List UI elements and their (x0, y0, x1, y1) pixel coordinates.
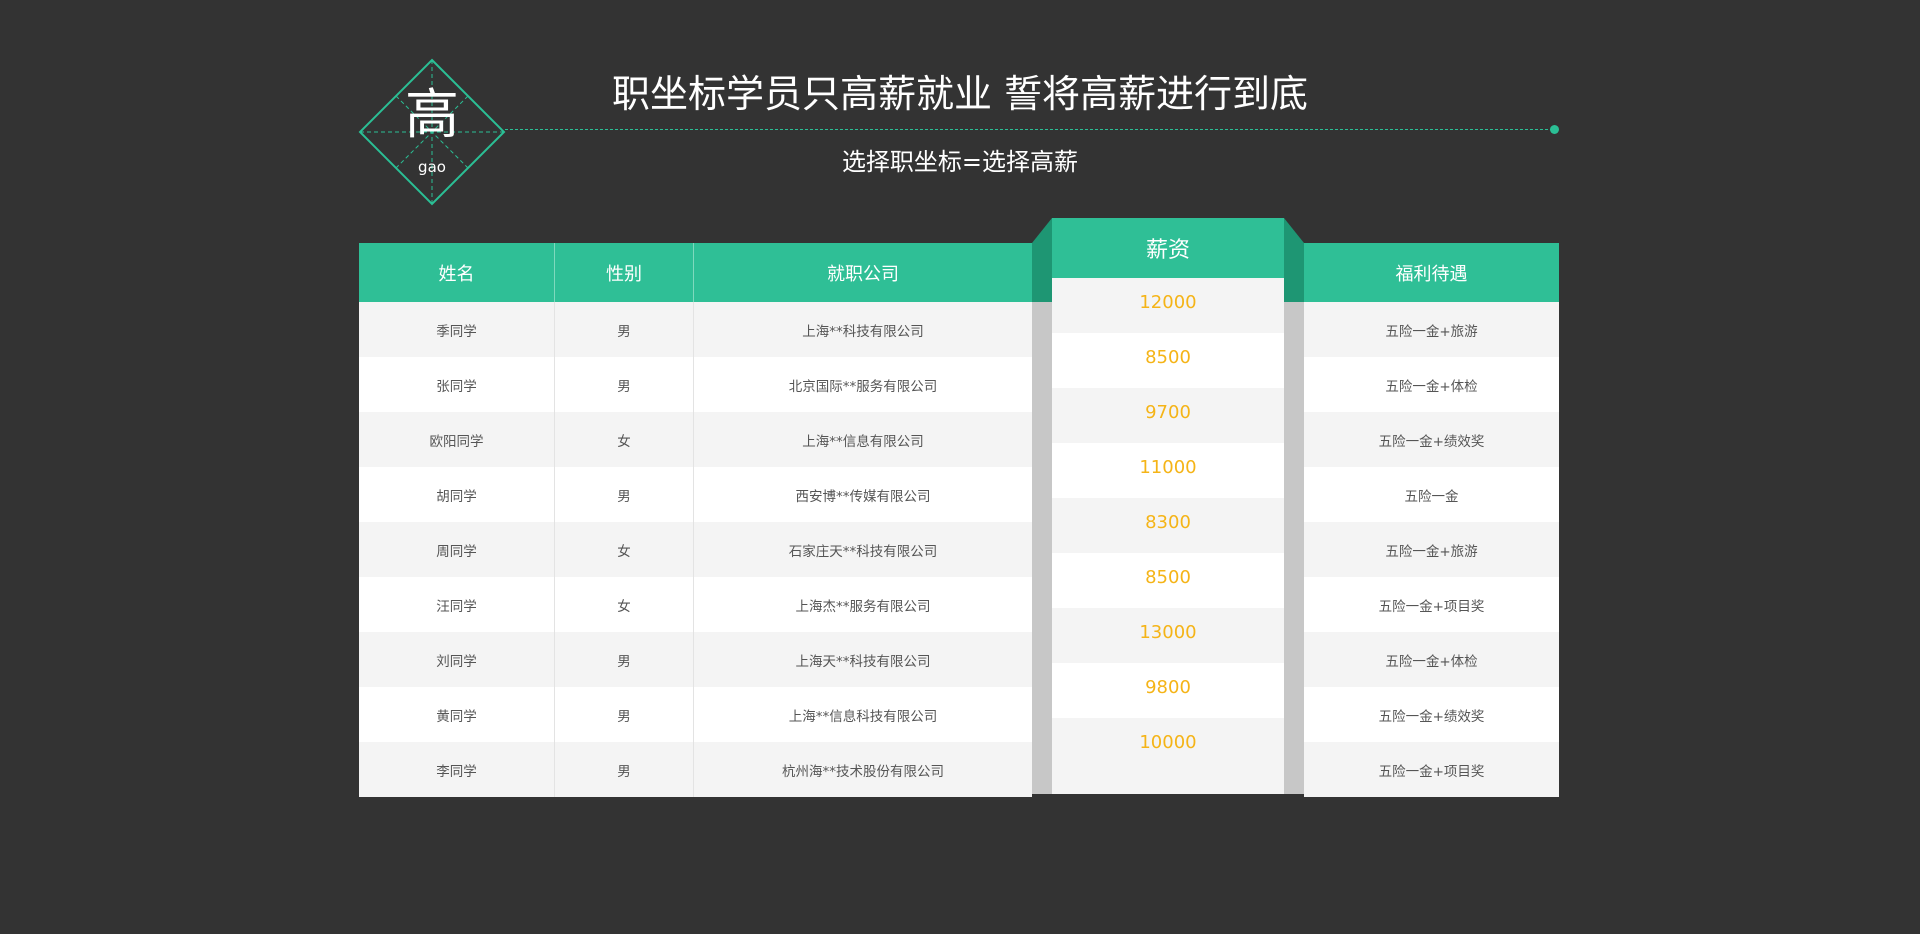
table-cell-benefits: 五险一金+体检 (1304, 357, 1559, 412)
table-cell-company: 上海**信息科技有限公司 (694, 687, 1032, 742)
pillar-header-shade-right (1284, 243, 1304, 302)
logo-pinyin: gao (418, 158, 446, 176)
logo-char: 高 (405, 83, 459, 146)
salary-pillar: 薪资 12000 8500 9700 11000 8300 8500 13000 9800 10… (1032, 218, 1304, 794)
table-cell-benefits: 五险一金+绩效奖 (1304, 687, 1559, 742)
table-cell-benefits: 五险一金+项目奖 (1304, 577, 1559, 632)
column-name-cells: 季同学 张同学 欧阳同学 胡同学 周同学 汪同学 刘同学 黄同学 李同学 (359, 302, 555, 797)
table-cell-salary: 13000 (1052, 608, 1284, 663)
table-cell-company: 北京国际**服务有限公司 (694, 357, 1032, 412)
table-cell-salary: 8300 (1052, 498, 1284, 553)
pillar-fold-right (1284, 218, 1304, 243)
column-company-cells: 上海**科技有限公司 北京国际**服务有限公司 上海**信息有限公司 西安博**传媒有… (694, 302, 1032, 797)
header-divider (505, 129, 1553, 130)
pillar-side-right (1284, 243, 1304, 794)
table-cell-gender: 男 (555, 357, 694, 412)
table-cell-benefits: 五险一金+旅游 (1304, 522, 1559, 577)
column-gender-cells: 男男女男女女男男男 (555, 302, 694, 797)
table-cell-gender: 男 (555, 302, 694, 357)
table-cell-name: 李同学 (359, 742, 555, 797)
table-cell-gender: 女 (555, 522, 694, 577)
column-gender: 性别 男男女男女女男男男 (555, 243, 694, 797)
table-cell-name: 张同学 (359, 357, 555, 412)
table-cell-gender: 男 (555, 687, 694, 742)
table-cell-benefits: 五险一金+绩效奖 (1304, 412, 1559, 467)
header-divider-dot (1550, 125, 1559, 134)
table-cell-gender: 女 (555, 577, 694, 632)
header-company: 就职公司 (694, 243, 1032, 302)
header-benefits: 福利待遇 (1304, 243, 1559, 302)
table-cell-benefits: 五险一金+项目奖 (1304, 742, 1559, 797)
table-cell-gender: 女 (555, 412, 694, 467)
table-cell-gender: 男 (555, 467, 694, 522)
page-title: 职坐标学员只高薪就业 誓将高薪进行到底 (611, 72, 1309, 116)
table-cell-company: 西安博**传媒有限公司 (694, 467, 1032, 522)
table-cell-benefits: 五险一金+旅游 (1304, 302, 1559, 357)
header-name: 姓名 (359, 243, 555, 302)
table-cell-company: 上海杰**服务有限公司 (694, 577, 1032, 632)
page-subtitle: 选择职坐标=选择高薪 (841, 148, 1079, 176)
table-cell-name: 胡同学 (359, 467, 555, 522)
table-cell-company: 上海**信息有限公司 (694, 412, 1032, 467)
column-name: 姓名 季同学 张同学 欧阳同学 胡同学 周同学 汪同学 刘同学 黄同学 李同学 (359, 243, 555, 797)
table-cell-benefits: 五险一金+体检 (1304, 632, 1559, 687)
table-cell-name: 欧阳同学 (359, 412, 555, 467)
table-cell-salary: 8500 (1052, 553, 1284, 608)
table-cell-salary: 9700 (1052, 388, 1284, 443)
table-cell-salary: 9800 (1052, 663, 1284, 718)
table-cell-gender: 男 (555, 632, 694, 687)
table-cell-salary: 11000 (1052, 443, 1284, 498)
table-cell-company: 上海**科技有限公司 (694, 302, 1032, 357)
table-cell-company: 杭州海**技术股份有限公司 (694, 742, 1032, 797)
table-cell-benefits: 五险一金 (1304, 467, 1559, 522)
table-cell-salary: 8500 (1052, 333, 1284, 388)
pillar-fold-left (1032, 218, 1052, 243)
column-salary-cells: 12000 8500 9700 11000 8300 8500 13000 9800 10000 (1052, 278, 1284, 794)
table-cell-salary: 12000 (1052, 278, 1284, 333)
table-cell-name: 季同学 (359, 302, 555, 357)
table-cell-name: 刘同学 (359, 632, 555, 687)
column-benefits: 福利待遇 五险一金+旅游 五险一金+体检 五险一金+绩效奖 五险一金 五险一金+旅游 五险… (1304, 243, 1559, 797)
table-cell-name: 周同学 (359, 522, 555, 577)
pillar-side-left (1032, 243, 1052, 794)
table-cell-company: 上海天**科技有限公司 (694, 632, 1032, 687)
table-cell-name: 汪同学 (359, 577, 555, 632)
column-benefits-cells: 五险一金+旅游 五险一金+体检 五险一金+绩效奖 五险一金 五险一金+旅游 五险一金+项目… (1304, 302, 1559, 797)
pillar-header-shade-left (1032, 243, 1052, 302)
table-cell-name: 黄同学 (359, 687, 555, 742)
gao-logo: 高 gao (358, 58, 506, 206)
column-company: 就职公司 上海**科技有限公司 北京国际**服务有限公司 上海**信息有限公司 西安博… (694, 243, 1032, 797)
table-cell-salary: 10000 (1052, 718, 1284, 794)
column-salary: 薪资 12000 8500 9700 11000 8300 8500 13000 9800 10… (1052, 218, 1284, 794)
header-salary: 薪资 (1052, 218, 1284, 278)
header-gender: 性别 (555, 243, 694, 302)
table-cell-gender: 男 (555, 742, 694, 797)
table-cell-company: 石家庄天**科技有限公司 (694, 522, 1032, 577)
